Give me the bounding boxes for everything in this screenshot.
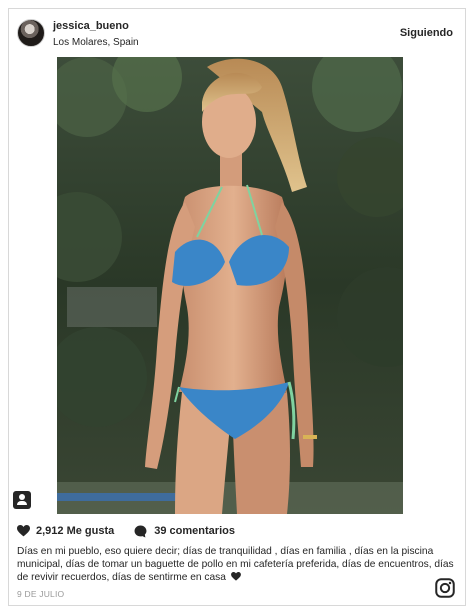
likes-count[interactable]: 2,912 Me gusta [36,525,114,537]
photo-illustration [57,57,403,514]
username-link[interactable]: jessica_bueno [53,20,139,33]
person-tag-icon[interactable] [13,491,31,509]
user-info: jessica_bueno Los Molares, Spain [53,20,139,49]
following-button[interactable]: Siguiendo [400,27,453,39]
comments-count[interactable]: 39 comentarios [154,525,235,537]
avatar[interactable] [17,19,45,47]
post-photo[interactable] [57,57,403,514]
instagram-embed-card: jessica_bueno Los Molares, Spain Siguien… [8,8,466,606]
post-caption: Días en mi pueblo, eso quiere decir; día… [17,545,457,584]
location-link[interactable]: Los Molares, Spain [53,36,139,49]
heart-icon[interactable] [17,525,30,537]
comment-icon[interactable] [134,525,147,538]
post-header: jessica_bueno Los Molares, Spain Siguien… [9,9,465,57]
post-date[interactable]: 9 DE JULIO [17,589,64,599]
instagram-icon[interactable] [435,578,455,598]
black-heart-emoji-icon [230,572,241,581]
post-actions: 2,912 Me gusta 39 comentarios [17,523,235,539]
